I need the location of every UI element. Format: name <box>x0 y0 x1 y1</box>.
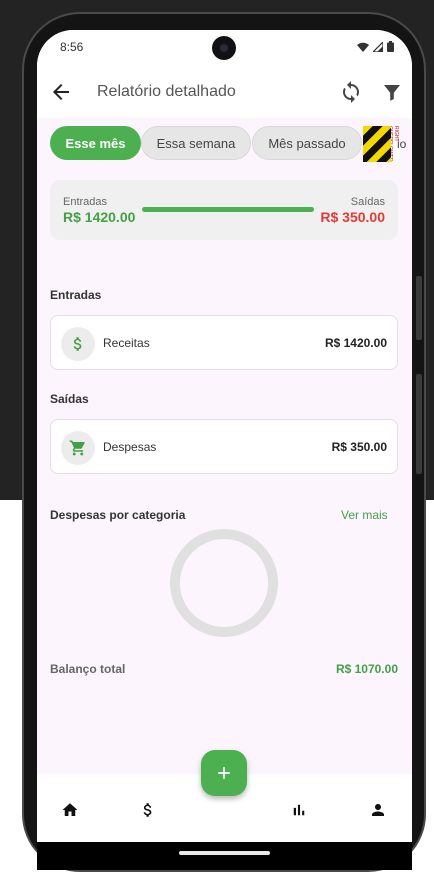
nav-home[interactable] <box>58 798 82 822</box>
income-expense-bar <box>142 207 314 212</box>
chip-overflow: RIGHT OVERFLOWED BY 30 PIXELS io <box>363 126 412 162</box>
filter-icon[interactable] <box>380 80 404 104</box>
category-donut-chart <box>170 529 278 637</box>
status-time: 8:56 <box>60 40 84 54</box>
phone-side-button <box>416 374 422 474</box>
phone-side-button <box>416 276 422 340</box>
system-gesture-area <box>37 842 412 870</box>
income-item-card[interactable]: Receitas R$ 1420.00 <box>50 315 398 370</box>
income-section-title: Entradas <box>50 288 102 302</box>
status-icons <box>357 41 394 52</box>
summary-card: Entradas R$ 1420.00 Saídas R$ 350.00 <box>50 180 398 240</box>
bar-chart-icon <box>293 804 305 816</box>
front-camera <box>212 36 236 60</box>
chip-esse-mes[interactable]: Esse mês <box>50 126 141 160</box>
battery-icon <box>387 41 394 52</box>
page-title: Relatório detalhado <box>97 83 236 100</box>
overflow-hazard-stripe <box>363 126 391 162</box>
signal-icon <box>373 41 383 52</box>
category-section-title: Despesas por categoria <box>50 508 186 522</box>
add-transaction-button[interactable] <box>201 750 247 796</box>
app-bar: Relatório detalhado <box>37 66 412 118</box>
income-item-value: R$ 1420.00 <box>324 336 387 350</box>
chip-mes-passado[interactable]: Mês passado <box>252 126 362 160</box>
expense-value: R$ 350.00 <box>320 209 385 225</box>
app-screen: 8:56 Relatório detalhado Esse mês Essa s… <box>37 30 412 842</box>
wifi-icon <box>357 42 369 52</box>
period-filter-chips: Esse mês Essa semana Mês passado RIGHT O… <box>50 126 412 162</box>
balance-value: R$ 1070.00 <box>335 662 398 676</box>
expense-item-label: Despesas <box>103 440 157 454</box>
nav-reports[interactable] <box>287 798 311 822</box>
see-more-link[interactable]: Ver mais <box>341 508 388 522</box>
expense-section-title: Saídas <box>50 392 89 406</box>
donut-empty-ring <box>170 529 278 637</box>
plus-icon <box>218 767 230 779</box>
dollar-icon <box>61 327 95 361</box>
chip-essa-semana[interactable]: Essa semana <box>141 126 251 160</box>
cart-icon <box>61 431 95 465</box>
status-bar: 8:56 <box>37 30 412 66</box>
nav-profile[interactable] <box>366 798 390 822</box>
income-value: R$ 1420.00 <box>63 209 136 225</box>
expense-item-card[interactable]: Despesas R$ 350.00 <box>50 419 398 474</box>
report-content: Esse mês Essa semana Mês passado RIGHT O… <box>37 118 412 774</box>
home-indicator[interactable] <box>179 851 270 855</box>
back-arrow-icon[interactable] <box>49 80 73 104</box>
income-item-label: Receitas <box>103 336 150 350</box>
income-label: Entradas <box>63 196 108 208</box>
expense-label: Saídas <box>350 196 385 208</box>
chip-partial-label[interactable]: io <box>397 137 406 151</box>
balance-label: Balanço total <box>50 662 126 676</box>
sync-icon[interactable] <box>339 80 363 104</box>
nav-finance[interactable] <box>136 798 160 822</box>
expense-item-value: R$ 350.00 <box>331 440 387 454</box>
home-icon <box>62 803 78 816</box>
dollar-icon <box>143 803 152 817</box>
person-icon <box>372 804 384 816</box>
